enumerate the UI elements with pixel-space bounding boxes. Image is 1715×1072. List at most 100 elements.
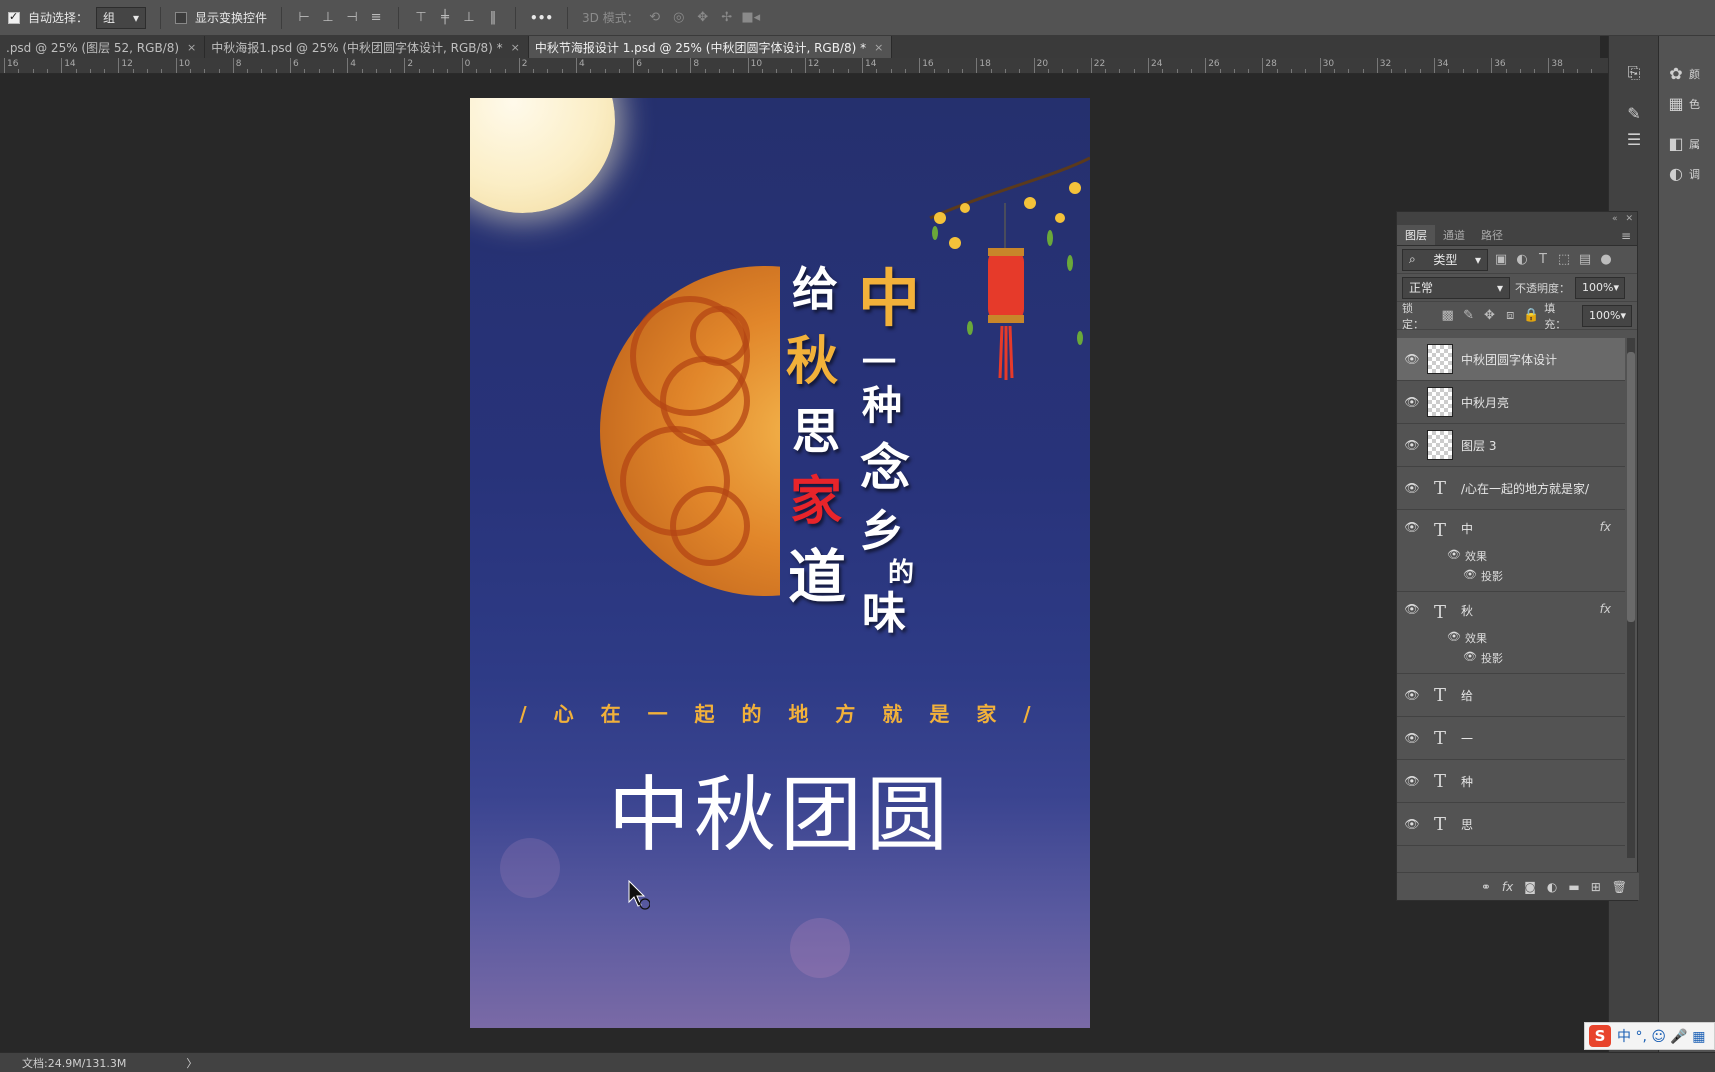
fx-icon[interactable]: fx	[1600, 520, 1611, 534]
tab-channels[interactable]: 通道	[1435, 225, 1473, 245]
eye-icon[interactable]: 👁	[1397, 352, 1427, 366]
horizontal-ruler[interactable]: 16 14 12 10 8 6 4 2 0 2 4 6 8 10 12 14 16 18 20 22 24 26 28 30 3…	[0, 58, 1608, 74]
chevron-down-icon: ▾	[1613, 281, 1619, 294]
align-top-icon[interactable]: ⊤	[413, 10, 429, 26]
layers-scrollbar-thumb[interactable]	[1627, 352, 1635, 622]
align-left-icon[interactable]: ⊢	[296, 10, 312, 26]
adjust-icon[interactable]: ☰	[1623, 128, 1645, 150]
folder-icon[interactable]: ▬	[1568, 880, 1579, 894]
panel-label-properties: 属	[1689, 138, 1700, 151]
align-bottom-icon[interactable]: ⊥	[461, 10, 477, 26]
layer-item[interactable]: 👁 T 思	[1397, 803, 1625, 846]
eye-icon[interactable]: 👁	[1397, 438, 1427, 452]
filter-type-dropdown[interactable]: ⌕ 类型 ▾	[1402, 248, 1488, 271]
tab-document-3[interactable]: 中秋节海报设计 1.psd @ 25% (中秋团圆字体设计, RGB/8) * …	[528, 36, 893, 58]
more-options-button[interactable]: •••	[530, 11, 553, 25]
ruler-label: 2	[407, 59, 414, 69]
eye-icon[interactable]: 👁	[1397, 817, 1427, 831]
fx-icon[interactable]: fx	[1600, 602, 1611, 616]
auto-select-checkbox[interactable]	[8, 10, 20, 24]
align-hcenter-icon[interactable]: ⊥	[320, 10, 336, 26]
align-right-icon[interactable]: ⊣	[344, 10, 360, 26]
filter-text-icon[interactable]: T	[1535, 252, 1551, 268]
3d-pan-icon[interactable]: ✥	[695, 10, 711, 26]
sogou-logo-icon[interactable]: S	[1589, 1025, 1611, 1047]
palette-icon[interactable]: ✿	[1665, 62, 1687, 84]
3d-camera-icon[interactable]: ■◂	[741, 10, 760, 26]
mask-icon[interactable]: ◙	[1524, 880, 1536, 894]
ime-status[interactable]: 中 °, ☺ 🎤 ▦	[1617, 1026, 1706, 1046]
lock-paint-icon[interactable]: ✎	[1461, 308, 1477, 324]
lock-position-icon[interactable]: ✥	[1482, 308, 1498, 324]
new-layer-icon[interactable]: ⊞	[1591, 880, 1601, 894]
text-layer-icon: T	[1433, 727, 1446, 749]
trash-icon[interactable]: 🗑	[1612, 880, 1627, 894]
layer-item[interactable]: 👁 T /心在一起的地方就是家/	[1397, 467, 1625, 510]
chevron-down-icon: ▾	[1474, 252, 1481, 267]
tab-paths[interactable]: 路径	[1473, 225, 1511, 245]
brush-icon[interactable]: ✎	[1623, 102, 1645, 124]
show-transform-checkbox[interactable]	[175, 11, 188, 24]
eye-icon[interactable]: 👁	[1447, 630, 1461, 643]
fill-input[interactable]: 100% ▾	[1582, 304, 1632, 327]
layer-item[interactable]: 👁 T 中 fx 👁 效果 👁 投影	[1397, 510, 1625, 592]
blend-mode-dropdown[interactable]: 正常 ▾	[1402, 276, 1510, 299]
adjustment-layer-icon[interactable]: ◐	[1547, 880, 1557, 894]
layer-item[interactable]: 👁 中秋月亮	[1397, 381, 1625, 424]
filter-toggle-icon[interactable]: ●	[1598, 252, 1614, 268]
fx-icon[interactable]: fx	[1502, 880, 1513, 894]
eye-icon[interactable]: 👁	[1397, 395, 1427, 409]
distribute-icon[interactable]: ≡	[368, 10, 384, 26]
close-icon[interactable]: ✕	[1625, 214, 1633, 224]
align-vcenter-icon[interactable]: ╪	[437, 10, 453, 26]
document-canvas[interactable]: 给 秋 思 家 道 中 一 种 念 乡 的 味 / 心 在 一 起 的 地 方 …	[470, 98, 1090, 1028]
panel-header: « ✕	[1397, 212, 1637, 226]
lock-artboard-icon[interactable]: ⧈	[1502, 308, 1518, 324]
tab-layers[interactable]: 图层	[1397, 225, 1435, 245]
layer-thumbnail	[1427, 430, 1453, 460]
eye-icon[interactable]: 👁	[1397, 688, 1427, 702]
eye-icon[interactable]: 👁	[1463, 650, 1477, 663]
ruler-label: 34	[1437, 59, 1449, 69]
layer-item[interactable]: 👁 T 一	[1397, 717, 1625, 760]
close-icon[interactable]: ×	[874, 41, 883, 54]
layer-name: 思	[1461, 817, 1474, 832]
close-icon[interactable]: ×	[511, 41, 520, 54]
lock-transparent-icon[interactable]: ▩	[1440, 308, 1456, 324]
3d-orbit-icon[interactable]: ⟲	[647, 10, 663, 26]
filter-adjust-icon[interactable]: ◐	[1514, 252, 1530, 268]
eye-icon[interactable]: 👁	[1397, 481, 1427, 495]
eye-icon[interactable]: 👁	[1397, 774, 1427, 788]
eye-icon[interactable]: 👁	[1397, 520, 1427, 534]
eye-icon[interactable]: 👁	[1397, 731, 1427, 745]
3d-slide-icon[interactable]: ✢	[719, 10, 735, 26]
grid-icon[interactable]: ▦	[1665, 92, 1687, 114]
layer-item[interactable]: 👁 T 秋 fx 👁 效果 👁 投影	[1397, 592, 1625, 674]
3d-roll-icon[interactable]: ◎	[671, 10, 687, 26]
opacity-input[interactable]: 100% ▾	[1575, 276, 1625, 299]
filter-shape-icon[interactable]: ⬚	[1556, 252, 1572, 268]
eye-icon[interactable]: 👁	[1397, 602, 1427, 616]
collapse-icon[interactable]: «	[1612, 214, 1618, 224]
filter-pixel-icon[interactable]: ▣	[1493, 252, 1509, 268]
layer-item[interactable]: 👁 T 给	[1397, 674, 1625, 717]
layer-item[interactable]: 👁 T 种	[1397, 760, 1625, 803]
close-icon[interactable]: ×	[187, 41, 196, 54]
layer-item[interactable]: 👁 中秋团圆字体设计	[1397, 338, 1625, 381]
lock-all-icon[interactable]: 🔒	[1523, 308, 1539, 324]
filter-smart-icon[interactable]: ▤	[1577, 252, 1593, 268]
adjustment-icon[interactable]: ◐	[1665, 162, 1687, 184]
eye-icon[interactable]: 👁	[1447, 548, 1461, 561]
layer-item[interactable]: 👁 图层 3	[1397, 424, 1625, 467]
ruler-label: 16	[7, 59, 19, 69]
distribute-vertical-icon[interactable]: ‖	[485, 10, 501, 26]
tab-document-1[interactable]: .psd @ 25% (图层 52, RGB/8) ×	[0, 36, 206, 58]
link-icon[interactable]: ⚭	[1481, 880, 1491, 894]
properties-icon[interactable]: ◧	[1665, 132, 1687, 154]
status-menu-arrow[interactable]: 〉	[186, 1055, 197, 1071]
eye-icon[interactable]: 👁	[1463, 568, 1477, 581]
auto-select-dropdown[interactable]: 组 ▾	[96, 6, 147, 29]
panel-menu-icon[interactable]: ≡	[1615, 227, 1637, 245]
tab-document-2[interactable]: 中秋海报1.psd @ 25% (中秋团圆字体设计, RGB/8) * ×	[205, 36, 529, 58]
history-icon[interactable]: ⎘	[1623, 62, 1645, 84]
